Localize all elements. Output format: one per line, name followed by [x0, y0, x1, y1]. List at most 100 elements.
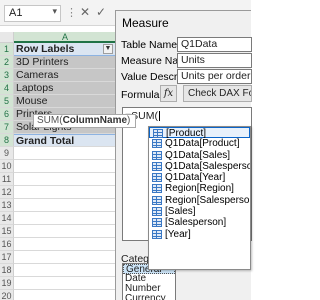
- autocomplete-item[interactable]: Q1Data[Year]: [149, 172, 250, 183]
- grid-cell[interactable]: [14, 251, 116, 264]
- table-column-icon: [152, 173, 162, 183]
- grid-row: 12: [0, 186, 116, 199]
- grid-row: 8 Grand Total: [0, 134, 116, 147]
- dialog-title: Measure: [122, 16, 169, 30]
- autocomplete-item[interactable]: Region[Region]: [149, 183, 250, 194]
- autocomplete-item-label: [Sales]: [165, 206, 196, 218]
- row-header[interactable]: 19: [0, 277, 14, 290]
- formula-label: Formula:: [121, 89, 163, 101]
- table-column-icon: [152, 229, 162, 239]
- column-header-a[interactable]: A: [14, 32, 116, 43]
- row-header[interactable]: 3: [0, 69, 14, 82]
- grid-row: 4 Laptops: [0, 82, 116, 95]
- row-header[interactable]: 12: [0, 186, 14, 199]
- grid-cell[interactable]: [14, 212, 116, 225]
- autocomplete-item[interactable]: [Product]: [149, 127, 250, 139]
- grid-row: 13: [0, 199, 116, 212]
- grid-row: 5 Mouse: [0, 95, 116, 108]
- tooltip-parameter: ColumnName: [62, 115, 128, 126]
- row-header[interactable]: 8: [0, 134, 14, 147]
- row-header[interactable]: 9: [0, 147, 14, 160]
- row-header[interactable]: 17: [0, 251, 14, 264]
- grid-cell[interactable]: [14, 147, 116, 160]
- grid-cell[interactable]: [14, 199, 116, 212]
- row-header[interactable]: 14: [0, 212, 14, 225]
- check-dax-formula-button[interactable]: Check DAX Formula: [183, 85, 252, 102]
- text-cursor: [158, 111, 160, 122]
- insert-function-button[interactable]: fx: [160, 85, 177, 102]
- grid-cell[interactable]: 3D Printers: [14, 56, 116, 69]
- grid-cell[interactable]: [14, 225, 116, 238]
- pivot-grand-total[interactable]: Grand Total: [14, 134, 116, 147]
- cell-text: Grand Total: [16, 135, 75, 147]
- grid-row: 2 3D Printers: [0, 56, 116, 69]
- table-column-icon: [152, 184, 162, 194]
- autocomplete-item[interactable]: [Salesperson]: [149, 217, 250, 228]
- grid-row: 15: [0, 225, 116, 238]
- row-header[interactable]: 13: [0, 199, 14, 212]
- grid-row: 19: [0, 277, 116, 290]
- row-header[interactable]: 2: [0, 56, 14, 69]
- table-column-icon: [152, 207, 162, 217]
- grid-row: 20: [0, 290, 116, 300]
- grid-cell[interactable]: Mouse: [14, 95, 116, 108]
- grid-cell[interactable]: [14, 160, 116, 173]
- grid-row: 3 Cameras: [0, 69, 116, 82]
- grid-cell[interactable]: [14, 290, 116, 300]
- name-box[interactable]: A1 ▾: [4, 5, 61, 22]
- grid-cell[interactable]: [14, 277, 116, 290]
- autocomplete-item-label: Q1Data[Product]: [165, 138, 240, 150]
- cancel-entry-icon[interactable]: ✕: [80, 5, 90, 19]
- autocomplete-item[interactable]: [Sales]: [149, 206, 250, 217]
- filter-dropdown-icon[interactable]: ▼: [103, 44, 113, 54]
- grid-row: 14: [0, 212, 116, 225]
- table-name-field[interactable]: Q1Data: [177, 37, 252, 52]
- row-header[interactable]: 4: [0, 82, 14, 95]
- grid-rows: 1 Row Labels ▼ 2 3D Printers 3 Cameras 4 Laptops…: [0, 43, 116, 300]
- tooltip-close: ): [127, 115, 131, 126]
- cell-text: Mouse: [16, 95, 48, 107]
- row-header[interactable]: 5: [0, 95, 14, 108]
- tooltip-function: SUM(: [37, 115, 63, 126]
- grid-cell[interactable]: Cameras: [14, 69, 116, 82]
- measure-name-field[interactable]: Units: [177, 53, 252, 68]
- chevron-down-icon[interactable]: ▾: [52, 6, 57, 17]
- table-name-value: Q1Data: [181, 38, 218, 50]
- grid-cell[interactable]: Laptops: [14, 82, 116, 95]
- table-column-icon: [153, 129, 163, 138]
- row-header[interactable]: 15: [0, 225, 14, 238]
- grid-row: 9: [0, 147, 116, 160]
- autocomplete-item-label: Region[Region]: [165, 183, 234, 195]
- measure-name-value: Units: [181, 54, 205, 66]
- function-signature-tooltip: SUM(ColumnName): [33, 114, 136, 128]
- grid-row: 18: [0, 264, 116, 277]
- autocomplete-item-label: [Year]: [165, 228, 191, 240]
- grid-cell[interactable]: [14, 264, 116, 277]
- category-item[interactable]: Currency: [123, 294, 175, 300]
- table-column-icon: [152, 150, 162, 160]
- row-header[interactable]: 20: [0, 290, 14, 300]
- autocomplete-item[interactable]: [Year]: [149, 229, 250, 240]
- grid-cell[interactable]: [14, 173, 116, 186]
- row-header[interactable]: 11: [0, 173, 14, 186]
- autocomplete-item[interactable]: Region[Salesperson]: [149, 195, 250, 206]
- grid-cell[interactable]: [14, 186, 116, 199]
- autocomplete-item[interactable]: Q1Data[Sales]: [149, 150, 250, 161]
- autocomplete-item-label: Region[Salesperson]: [165, 194, 251, 206]
- grid-row: 16: [0, 238, 116, 251]
- cell-text: Row Labels: [16, 43, 75, 55]
- grid-cell[interactable]: [14, 238, 116, 251]
- row-header[interactable]: 16: [0, 238, 14, 251]
- value-description-field[interactable]: Units per order: [177, 69, 252, 84]
- row-header[interactable]: 7: [0, 121, 14, 134]
- autocomplete-item[interactable]: Q1Data[Salesperson]: [149, 161, 250, 172]
- row-header[interactable]: 1: [0, 43, 14, 56]
- autocomplete-item[interactable]: Q1Data[Product]: [149, 138, 250, 149]
- select-all-corner[interactable]: [0, 32, 14, 43]
- enter-entry-icon[interactable]: ✓: [96, 5, 106, 19]
- row-header[interactable]: 10: [0, 160, 14, 173]
- row-header[interactable]: 18: [0, 264, 14, 277]
- grid-row: 1 Row Labels ▼: [0, 43, 116, 56]
- pivot-row-labels-header[interactable]: Row Labels ▼: [14, 43, 116, 56]
- row-header[interactable]: 6: [0, 108, 14, 121]
